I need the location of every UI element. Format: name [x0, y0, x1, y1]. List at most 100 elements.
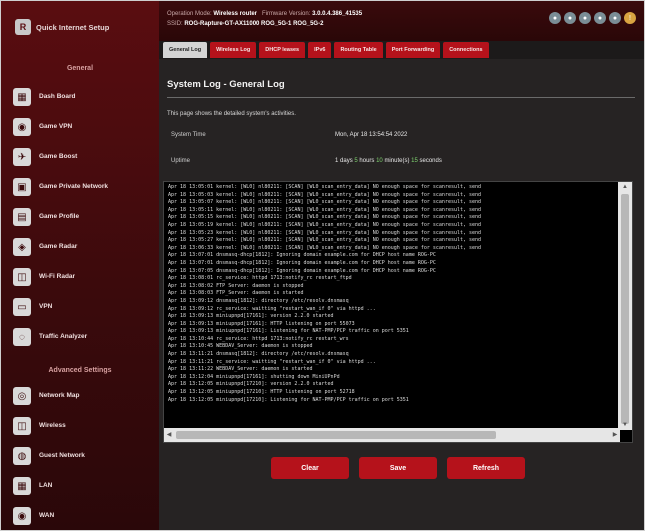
- sidebar-item-label: VPN: [39, 303, 53, 310]
- ssid-value-3: ROG_5G-2: [293, 21, 324, 27]
- sidebar-item-label: Game Private Network: [39, 183, 109, 190]
- user-icon[interactable]: ●: [549, 12, 561, 24]
- log-content: Apr 18 13:05:01 kernel: [WL0] nl80211: […: [168, 184, 482, 403]
- sidebar-item-label: Wi-Fi Radar: [39, 273, 76, 280]
- log-horizontal-scrollbar[interactable]: ◀ ▶: [164, 428, 620, 442]
- vpn-icon: ▭: [13, 298, 31, 316]
- radar-icon: ◈: [13, 238, 31, 256]
- sidebar: R Quick Internet Setup General ▦ Dash Boa…: [1, 1, 159, 530]
- firmware-label: Firmware Version:: [262, 11, 311, 17]
- sidebar-item-guest-network[interactable]: ◍ Guest Network: [7, 443, 155, 469]
- tab-routing-table[interactable]: Routing Table: [334, 42, 383, 58]
- game-profile-icon: ▤: [13, 208, 31, 226]
- dashboard-icon: ▦: [13, 88, 31, 106]
- tab-bar: General Log Wireless Log DHCP leases IPv6 Ro…: [163, 41, 489, 59]
- system-time-label: System Time: [171, 132, 206, 138]
- log-textarea[interactable]: Apr 18 13:05:01 kernel: [WL0] nl80211: […: [163, 181, 633, 443]
- page-description: This page shows the detailed system's ac…: [167, 111, 296, 117]
- refresh-button[interactable]: Refresh: [447, 457, 525, 479]
- clear-button[interactable]: Clear: [271, 457, 349, 479]
- sidebar-item-traffic-analyzer[interactable]: ◌ Traffic Analyzer: [7, 324, 155, 350]
- vertical-scroll-thumb[interactable]: [621, 194, 629, 424]
- private-network-icon: ▣: [13, 178, 31, 196]
- sidebar-item-label: Game Radar: [39, 243, 78, 250]
- uptime-hours-unit: hours: [359, 158, 375, 164]
- horizontal-scroll-thumb[interactable]: [176, 431, 496, 439]
- tab-connections[interactable]: Connections: [443, 42, 489, 58]
- sidebar-item-label: LAN: [39, 482, 53, 489]
- sidebar-item-label: WAN: [39, 512, 55, 519]
- page-title: System Log - General Log: [167, 79, 285, 90]
- sidebar-item-game-private-network[interactable]: ▣ Game Private Network: [7, 174, 155, 200]
- uptime-days: 1: [335, 158, 339, 164]
- usb-icon[interactable]: ●: [579, 12, 591, 24]
- uptime-label: Uptime: [171, 158, 191, 164]
- ssid-value-2: ROG_5G-1: [261, 21, 292, 27]
- game-vpn-icon: ◉: [13, 118, 31, 136]
- sidebar-item-label: Wireless: [39, 422, 66, 429]
- log-vertical-scrollbar[interactable]: ▲ ▼: [618, 182, 632, 430]
- save-button[interactable]: Save: [359, 457, 437, 479]
- router-admin-window: R Quick Internet Setup General ▦ Dash Boa…: [0, 0, 645, 531]
- operation-mode-value[interactable]: Wireless router: [213, 11, 257, 17]
- main-content: System Log - General Log This page shows…: [159, 59, 644, 530]
- sidebar-item-wan[interactable]: ◉ WAN: [7, 503, 155, 529]
- sidebar-item-game-boost[interactable]: ✈ Game Boost: [7, 144, 155, 170]
- sidebar-item-label: Guest Network: [39, 452, 85, 459]
- sidebar-item-label: Traffic Analyzer: [39, 333, 88, 340]
- sidebar-item-lan[interactable]: ▦ LAN: [7, 473, 155, 499]
- uptime-minutes: 10: [376, 158, 383, 164]
- top-status-bar: Operation Mode: Wireless router Firmware…: [159, 1, 644, 41]
- traffic-analyzer-icon: ◌: [13, 328, 31, 346]
- sidebar-item-network-map[interactable]: ◎ Network Map: [7, 383, 155, 409]
- sidebar-item-label: Network Map: [39, 392, 80, 399]
- quick-setup-link[interactable]: R Quick Internet Setup: [15, 15, 155, 39]
- sidebar-item-wi-fi-radar[interactable]: ◫ Wi-Fi Radar: [7, 264, 155, 290]
- uptime-hours: 5: [354, 158, 358, 164]
- sidebar-item-vpn[interactable]: ▭ VPN: [7, 294, 155, 320]
- settings-icon[interactable]: ●: [609, 12, 621, 24]
- sidebar-item-wireless[interactable]: ◫ Wireless: [7, 413, 155, 439]
- sidebar-item-label: Game Profile: [39, 213, 80, 220]
- scroll-left-arrow-icon[interactable]: ◀: [164, 428, 174, 442]
- general-section-label: General: [66, 65, 94, 72]
- uptime-seconds-unit: seconds: [419, 158, 442, 164]
- uptime-seconds: 15: [411, 158, 418, 164]
- uptime-value: 1 days 5 hours 10 minute(s) 15 seconds: [335, 158, 442, 164]
- scroll-down-arrow-icon[interactable]: ▼: [618, 420, 632, 430]
- sidebar-item-game-vpn[interactable]: ◉ Game VPN: [7, 114, 155, 140]
- sidebar-item-label: Game VPN: [39, 123, 73, 130]
- sidebar-item-game-radar[interactable]: ◈ Game Radar: [7, 234, 155, 260]
- tab-port-forwarding[interactable]: Port Forwarding: [385, 42, 441, 58]
- network-map-icon: ◎: [13, 387, 31, 405]
- tab-wireless-log[interactable]: Wireless Log: [210, 42, 257, 58]
- sidebar-item-label: Dash Board: [39, 93, 76, 100]
- advanced-section-label: Advanced Settings: [48, 367, 112, 374]
- tab-general-log[interactable]: General Log: [163, 42, 208, 58]
- guest-network-icon: ◍: [13, 447, 31, 465]
- uptime-minutes-unit: minute(s): [384, 158, 410, 164]
- status-row-mode: Operation Mode: Wireless router Firmware…: [167, 11, 362, 17]
- scroll-up-arrow-icon[interactable]: ▲: [618, 182, 632, 192]
- warning-icon[interactable]: !: [624, 12, 636, 24]
- top-icon-group: ● ● ● ● ●!: [549, 12, 636, 24]
- tab-ipv6[interactable]: IPv6: [308, 42, 332, 58]
- quick-setup-label: Quick Internet Setup: [36, 22, 110, 32]
- rog-logo-icon: R: [15, 19, 31, 35]
- title-divider: [167, 97, 635, 98]
- sidebar-item-game-profile[interactable]: ▤ Game Profile: [7, 204, 155, 230]
- wifi-status-icon[interactable]: ●: [564, 12, 576, 24]
- sidebar-item-dash-board[interactable]: ▦ Dash Board: [7, 84, 155, 110]
- uptime-row: Uptime 1 days 5 hours 10 minute(s) 15 se…: [167, 153, 635, 169]
- app-icon[interactable]: ●: [594, 12, 606, 24]
- operation-mode-label: Operation Mode:: [167, 11, 212, 17]
- lan-icon: ▦: [13, 477, 31, 495]
- uptime-days-unit: days: [340, 158, 353, 164]
- system-time-value: Mon, Apr 18 13:54:54 2022: [335, 132, 408, 138]
- wifi-radar-icon: ◫: [13, 268, 31, 286]
- system-time-row: System Time Mon, Apr 18 13:54:54 2022: [167, 127, 635, 143]
- tab-dhcp-leases[interactable]: DHCP leases: [259, 42, 306, 58]
- wireless-icon: ◫: [13, 417, 31, 435]
- scroll-right-arrow-icon[interactable]: ▶: [610, 428, 620, 442]
- firmware-value[interactable]: 3.0.0.4.386_41535: [312, 11, 362, 17]
